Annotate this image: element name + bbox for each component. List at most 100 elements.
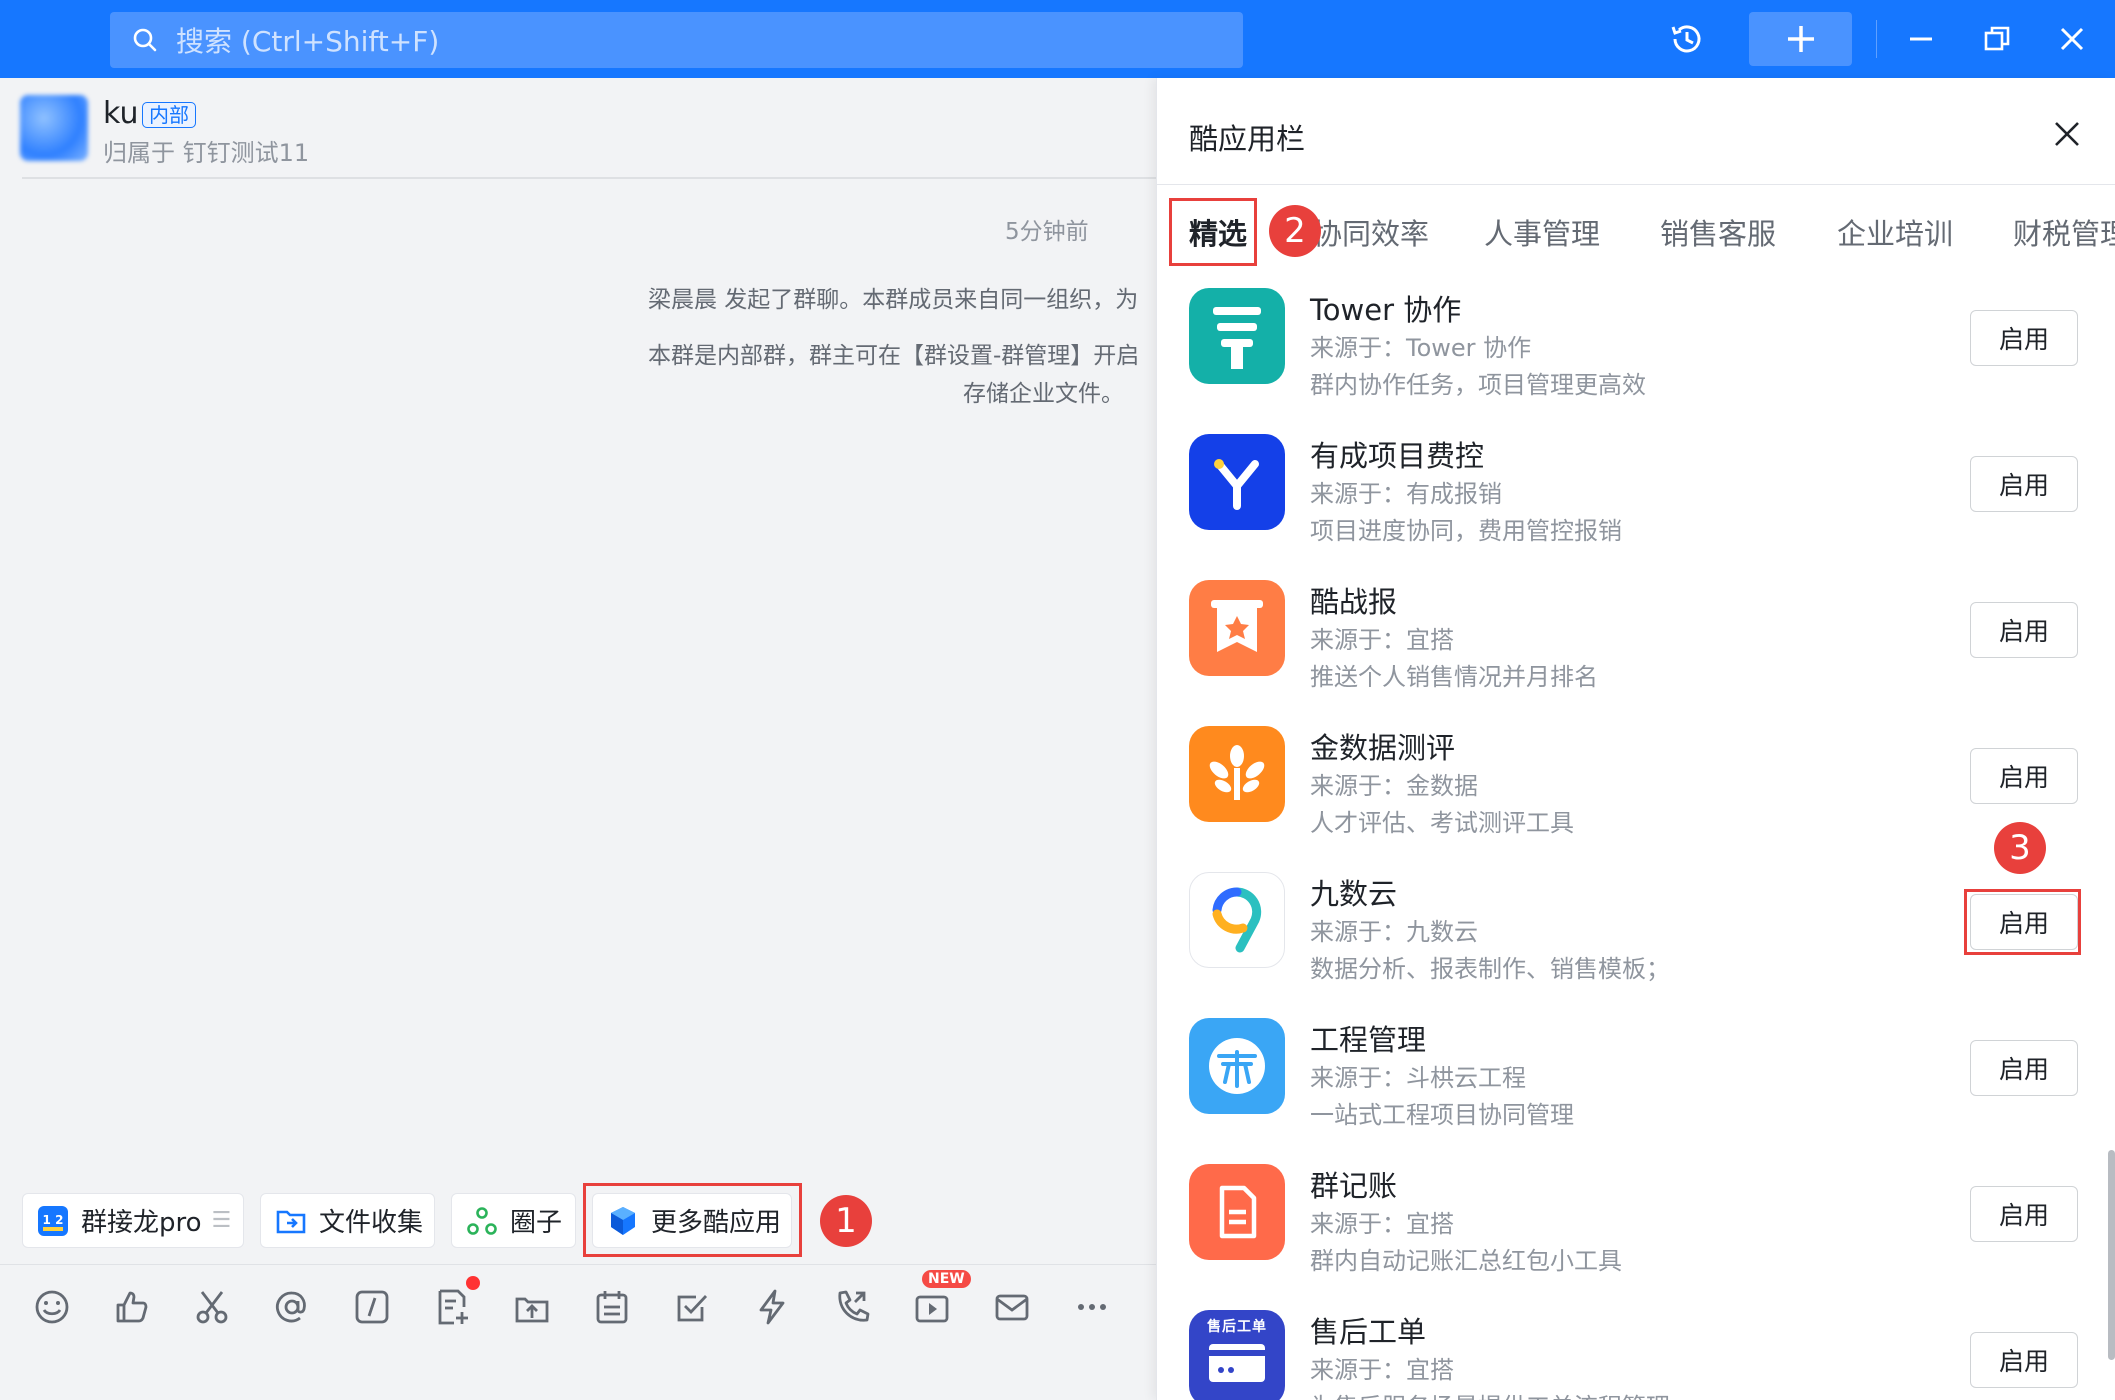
close-icon[interactable] <box>2047 14 2097 64</box>
jiushuyun-icon <box>1189 872 1285 968</box>
app-name: 工程管理 <box>1310 1023 1427 1057</box>
app-description: 推送个人销售情况并月排名 <box>1310 663 1598 691</box>
after-sales-icon: 售后工单 <box>1189 1310 1285 1400</box>
avatar[interactable] <box>20 95 88 161</box>
menu-icon: ☰ <box>211 1208 232 1233</box>
enable-button[interactable]: 启用 <box>1970 1040 2078 1096</box>
emoji-icon[interactable] <box>30 1285 74 1329</box>
live-video-icon[interactable] <box>910 1285 954 1329</box>
restore-icon[interactable] <box>1972 14 2022 64</box>
tab-collaboration[interactable]: 协同效率 <box>1313 211 1429 253</box>
list-item: 工程管理 来源于：斗栱云工程 一站式工程项目协同管理 启用 <box>1157 1018 2115 1164</box>
chip-label: 圈子 <box>510 1208 563 1238</box>
scissors-icon[interactable] <box>190 1285 234 1329</box>
icon-label: 售后工单 <box>1207 1319 1267 1335</box>
add-button[interactable] <box>1749 12 1852 66</box>
app-name: 群记账 <box>1310 1169 1398 1203</box>
add-note-icon[interactable] <box>430 1285 474 1329</box>
circle-icon <box>466 1205 498 1237</box>
cool-app-panel: 酷应用栏 精选 协同效率 人事管理 销售客服 企业培训 财税管理 2 Tower… <box>1156 78 2115 1400</box>
tab-sales[interactable]: 销售客服 <box>1660 211 1776 253</box>
chat-header: ku 内部 归属于 钉钉测试11 <box>0 78 1156 178</box>
divider <box>0 1264 1156 1265</box>
enable-button[interactable]: 启用 <box>1970 1186 2078 1242</box>
tab-hr[interactable]: 人事管理 <box>1484 211 1600 253</box>
app-description: 群内协作任务，项目管理更高效 <box>1310 371 1646 399</box>
chat-subtitle: 归属于 钉钉测试11 <box>103 139 310 167</box>
slash-command-icon[interactable] <box>350 1285 394 1329</box>
tab-finance[interactable]: 财税管理 <box>2013 211 2115 253</box>
history-icon[interactable] <box>1662 14 1712 64</box>
notification-dot <box>466 1276 480 1290</box>
system-message: 本群是内部群，群主可在【群设置-群管理】开启 <box>648 343 1140 369</box>
enable-button[interactable]: 启用 <box>1970 310 2078 366</box>
chip-solitaire[interactable]: 1 2 群接龙pro ☰ <box>22 1193 244 1248</box>
file-collect-icon <box>275 1205 307 1237</box>
battle-report-icon <box>1189 580 1285 676</box>
list-item: 酷战报 来源于：宜搭 推送个人销售情况并月排名 启用 <box>1157 580 2115 726</box>
highlight-box-featured-tab <box>1169 198 1257 266</box>
app-source: 来源于：宜搭 <box>1310 1356 1454 1384</box>
app-description: 为售后服务场景提供工单流程管理 <box>1310 1387 1670 1400</box>
solitaire-icon: 1 2 <box>37 1205 69 1237</box>
app-name: Tower 协作 <box>1310 293 1462 327</box>
enable-button[interactable]: 启用 <box>1970 748 2078 804</box>
system-message: 梁晨晨 发起了群聊。本群成员来自同一组织，为 <box>648 287 1139 313</box>
app-name: 售后工单 <box>1310 1315 1427 1349</box>
app-description: 数据分析、报表制作、销售模板； <box>1310 955 1670 983</box>
app-description: 项目进度协同，费用管控报销 <box>1310 517 1622 545</box>
scrollbar[interactable] <box>2108 1150 2115 1360</box>
app-source: 来源于：金数据 <box>1310 772 1478 800</box>
tree-icon <box>1189 726 1285 822</box>
highlight-box-more-apps <box>583 1183 802 1257</box>
calendar-icon[interactable] <box>590 1285 634 1329</box>
enable-button[interactable]: 启用 <box>1970 602 2078 658</box>
enable-button[interactable]: 启用 <box>1970 1332 2078 1388</box>
title-bar: 搜索 (Ctrl+Shift+F) <box>0 0 2115 78</box>
list-item: 有成项目费控 来源于：有成报销 项目进度协同，费用管控报销 启用 <box>1157 434 2115 580</box>
app-description: 群内自动记账汇总红包小工具 <box>1310 1247 1622 1275</box>
chip-circle[interactable]: 圈子 <box>451 1193 576 1248</box>
engineering-icon <box>1189 1018 1285 1114</box>
system-message: 存储企业文件。 <box>963 381 1124 407</box>
upload-icon[interactable] <box>510 1285 554 1329</box>
app-name: 金数据测评 <box>1310 731 1456 765</box>
mail-icon[interactable] <box>990 1285 1034 1329</box>
tower-icon <box>1189 288 1285 384</box>
list-item: 群记账 来源于：宜搭 群内自动记账汇总红包小工具 启用 <box>1157 1164 2115 1310</box>
divider <box>22 177 1156 179</box>
app-source: 来源于：有成报销 <box>1310 480 1502 508</box>
highlight-box-enable <box>1964 889 2081 955</box>
app-source: 来源于：Tower 协作 <box>1310 334 1532 362</box>
divider <box>1157 184 2115 185</box>
thumbs-up-icon[interactable] <box>110 1285 154 1329</box>
search-input[interactable]: 搜索 (Ctrl+Shift+F) <box>110 12 1243 68</box>
more-icon[interactable] <box>1070 1285 1114 1329</box>
app-description: 一站式工程项目协同管理 <box>1310 1101 1574 1129</box>
lightning-icon[interactable] <box>750 1285 794 1329</box>
app-description: 人才评估、考试测评工具 <box>1310 809 1574 837</box>
todo-icon[interactable] <box>670 1285 714 1329</box>
close-icon <box>2055 122 2079 146</box>
tab-training[interactable]: 企业培训 <box>1837 211 1953 253</box>
step-marker-2: 2 <box>1269 205 1321 257</box>
enable-button[interactable]: 启用 <box>1970 456 2078 512</box>
chip-label: 文件收集 <box>319 1208 424 1238</box>
panel-close-button[interactable] <box>2047 114 2087 154</box>
app-source: 来源于：九数云 <box>1310 918 1478 946</box>
youcheng-icon <box>1189 434 1285 530</box>
svg-text:1 2: 1 2 <box>43 1213 64 1227</box>
app-name: 有成项目费控 <box>1310 439 1485 473</box>
divider <box>1876 20 1877 58</box>
step-marker-3: 3 <box>1994 822 2046 874</box>
search-icon <box>133 28 157 52</box>
chat-name: ku <box>103 96 139 131</box>
phone-icon[interactable] <box>830 1285 874 1329</box>
list-item: 金数据测评 来源于：金数据 人才评估、考试测评工具 启用 <box>1157 726 2115 872</box>
new-badge: NEW <box>922 1270 971 1288</box>
app-name: 九数云 <box>1310 877 1398 911</box>
plus-icon <box>1787 26 1814 52</box>
minimize-icon[interactable] <box>1896 14 1946 64</box>
mention-icon[interactable] <box>270 1285 314 1329</box>
chip-file-collect[interactable]: 文件收集 <box>260 1193 435 1248</box>
